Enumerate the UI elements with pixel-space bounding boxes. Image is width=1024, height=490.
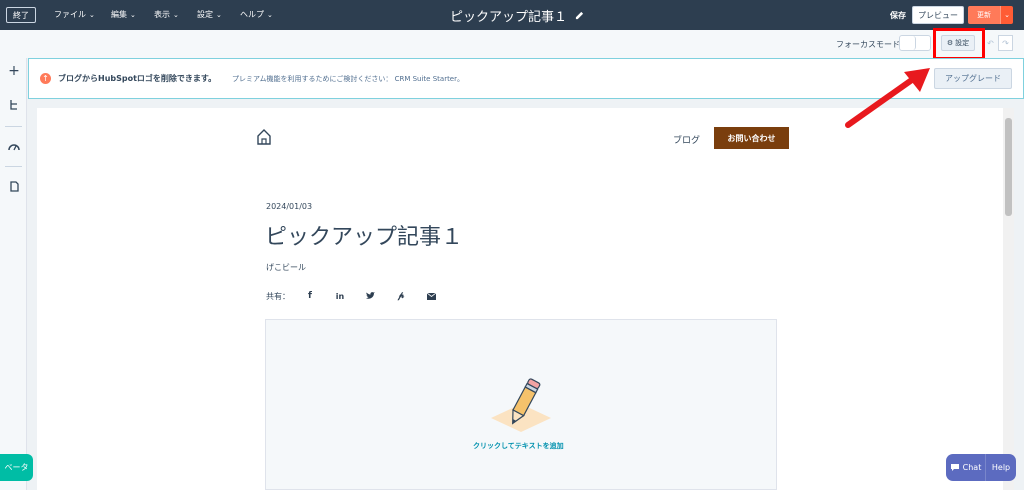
menu-settings[interactable]: 設定 ⌄: [197, 9, 222, 20]
pencil-icon: [491, 378, 551, 432]
pencil-edit-icon[interactable]: [575, 11, 584, 20]
sidebar-divider: [5, 126, 22, 127]
menu-view-label: 表示: [154, 10, 170, 19]
preview-button[interactable]: プレビュー: [912, 6, 964, 24]
banner-description: プレミアム機能を利用するためにご検討ください： CRM Suite Starte…: [232, 75, 464, 83]
beta-button[interactable]: ベータ: [0, 454, 33, 481]
chevron-down-icon: ⌄: [267, 10, 273, 19]
undo-button[interactable]: ↶: [984, 35, 997, 51]
upgrade-button[interactable]: アップグレード: [934, 68, 1012, 89]
post-author[interactable]: げこビール: [266, 262, 306, 273]
document-title-text: ピックアップ記事１: [450, 10, 568, 25]
chat-bubble-icon: [950, 464, 959, 471]
help-button[interactable]: Help: [986, 463, 1016, 472]
scrollbar-thumb[interactable]: [1005, 118, 1012, 216]
exit-button[interactable]: 終了: [6, 7, 36, 23]
toggle-knob: [900, 36, 916, 50]
share-label: 共有：: [266, 292, 290, 301]
facebook-icon[interactable]: f: [304, 290, 316, 302]
menu-help[interactable]: ヘルプ ⌄: [240, 9, 273, 20]
menu-edit-label: 編集: [111, 10, 127, 19]
redo-icon: ↷: [1002, 38, 1009, 48]
chat-button[interactable]: Chat: [946, 454, 986, 481]
twitter-icon[interactable]: [364, 290, 376, 302]
post-title[interactable]: ピックアップ記事１: [265, 219, 463, 251]
undo-icon: ↶: [987, 38, 994, 48]
help-label: Help: [991, 463, 1011, 472]
highlight-annotation-box: [933, 28, 985, 60]
menu-view[interactable]: 表示 ⌄: [154, 9, 179, 20]
menu-edit[interactable]: 編集 ⌄: [111, 9, 136, 20]
banner-title: ブログからHubSpotロゴを削除できます。: [58, 74, 217, 83]
structure-tree-icon[interactable]: [7, 98, 21, 112]
chevron-down-icon: ⌄: [1004, 11, 1010, 19]
sidebar-divider: [5, 166, 22, 167]
nav-link-blog[interactable]: ブログ: [673, 133, 700, 146]
linkedin-icon[interactable]: in: [334, 290, 346, 302]
focus-mode-toggle[interactable]: [899, 35, 931, 51]
email-icon[interactable]: [425, 290, 437, 302]
chevron-down-icon: ⌄: [216, 10, 222, 19]
add-text-label[interactable]: クリックしてテキストを追加: [473, 441, 564, 451]
chevron-down-icon: ⌄: [130, 10, 136, 19]
home-icon[interactable]: [256, 128, 272, 146]
save-button[interactable]: 保存: [890, 10, 906, 21]
chevron-down-icon: ⌄: [173, 10, 179, 19]
chevron-down-icon: ⌄: [89, 10, 95, 19]
menu-file-label: ファイル: [54, 10, 86, 19]
focus-mode-label: フォーカスモード: [836, 40, 900, 49]
chat-label: Chat: [962, 463, 982, 472]
menu-settings-label: 設定: [197, 10, 213, 19]
contact-button[interactable]: お問い合わせ: [714, 127, 789, 149]
update-dropdown-caret[interactable]: ⌄: [1000, 6, 1013, 24]
document-title[interactable]: ピックアップ記事１: [450, 6, 584, 25]
update-button[interactable]: 更新: [968, 6, 1000, 24]
left-sidebar: [0, 58, 27, 490]
menu-file[interactable]: ファイル ⌄: [54, 9, 95, 20]
arrow-up-circle-icon: ↑: [40, 73, 51, 84]
chat-help-widget[interactable]: Chat Help: [946, 454, 1016, 481]
optimize-gauge-icon[interactable]: [7, 139, 21, 153]
page-document-icon[interactable]: [7, 179, 21, 193]
add-icon[interactable]: +: [7, 63, 21, 79]
red-arrow-annotation: [845, 68, 930, 128]
post-date: 2024/01/03: [266, 202, 313, 211]
menu-help-label: ヘルプ: [240, 10, 264, 19]
redo-button[interactable]: ↷: [998, 35, 1013, 51]
pinterest-icon[interactable]: 𝓅: [395, 290, 407, 302]
